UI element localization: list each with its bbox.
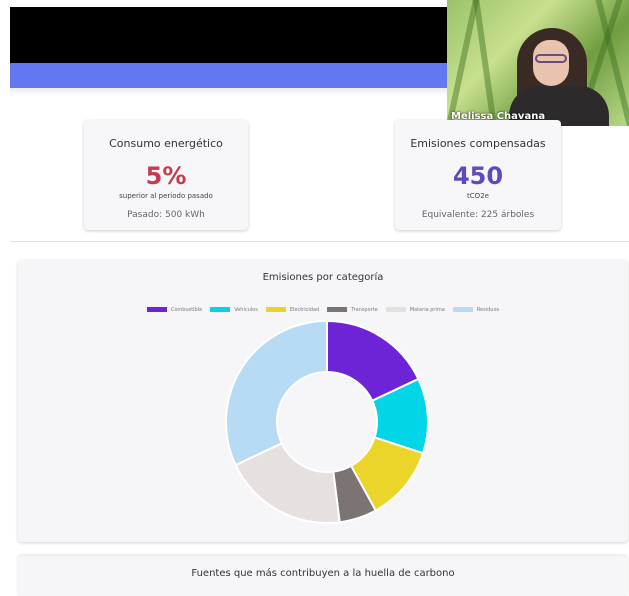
top-sources-card: Fuentes que más contribuyen a la huella … (18, 556, 628, 596)
energy-footer: Pasado: 500 kWh (127, 210, 205, 220)
header-black-band (10, 7, 456, 63)
emissions-footer: Equivalente: 225 árboles (421, 210, 535, 220)
card-title: Emisiones compensadas (410, 137, 546, 150)
emissions-value: 450 (452, 162, 504, 190)
energy-consumption-card: Consumo energético 5% superior al period… (84, 120, 248, 230)
participant-glasses (535, 54, 567, 63)
energy-value: 5% (145, 162, 187, 190)
section-divider (10, 241, 629, 242)
video-participant-tile[interactable]: Melissa Chavana (447, 0, 629, 126)
top-sources-title: Fuentes que más contribuyen a la huella … (191, 568, 455, 579)
emissions-unit: tCO2e (467, 192, 489, 200)
emissions-by-category-card: Emisiones por categoría Combustible Vehíc… (18, 260, 628, 542)
offset-emissions-card: Emisiones compensadas 450 tCO2e Equivale… (395, 120, 561, 230)
card-title: Consumo energético (109, 137, 223, 150)
participant-face (533, 40, 569, 86)
donut-slice-residuos[interactable] (225, 319, 328, 467)
energy-subtitle: superior al periodo pasado (119, 192, 213, 200)
dashboard-page: Melissa Chavana Consumo energético 5% su… (0, 0, 629, 596)
donut-chart (225, 319, 429, 524)
